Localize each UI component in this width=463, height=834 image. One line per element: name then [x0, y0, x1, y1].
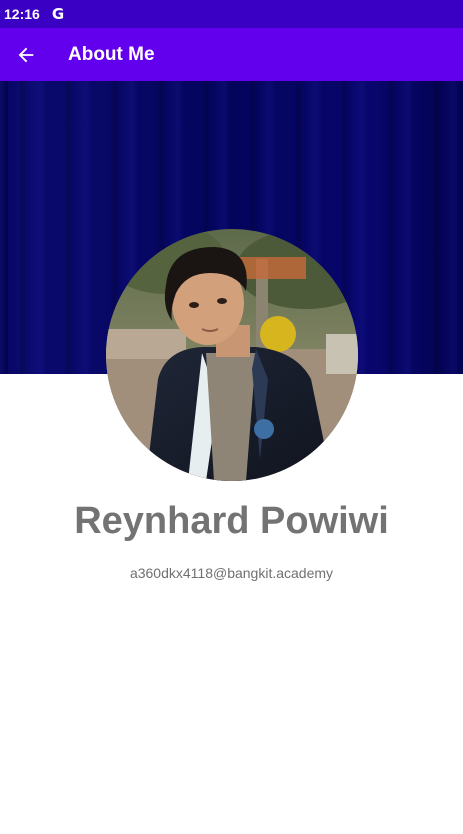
- status-bar: 12:16 G: [0, 0, 463, 28]
- back-button[interactable]: [0, 28, 52, 81]
- app-bar: About Me: [0, 28, 463, 81]
- google-g-icon: G: [51, 5, 65, 23]
- banner-edge: [0, 81, 8, 374]
- arrow-back-icon: [18, 47, 34, 62]
- profile-photo: [106, 229, 358, 481]
- status-time: 12:16: [4, 6, 40, 22]
- profile-email: a360dkx4118@bangkit.academy: [129, 565, 334, 581]
- profile-avatar: [106, 229, 358, 481]
- page-title: About Me: [68, 43, 155, 65]
- profile-name: Reynhard Powiwi: [74, 500, 389, 542]
